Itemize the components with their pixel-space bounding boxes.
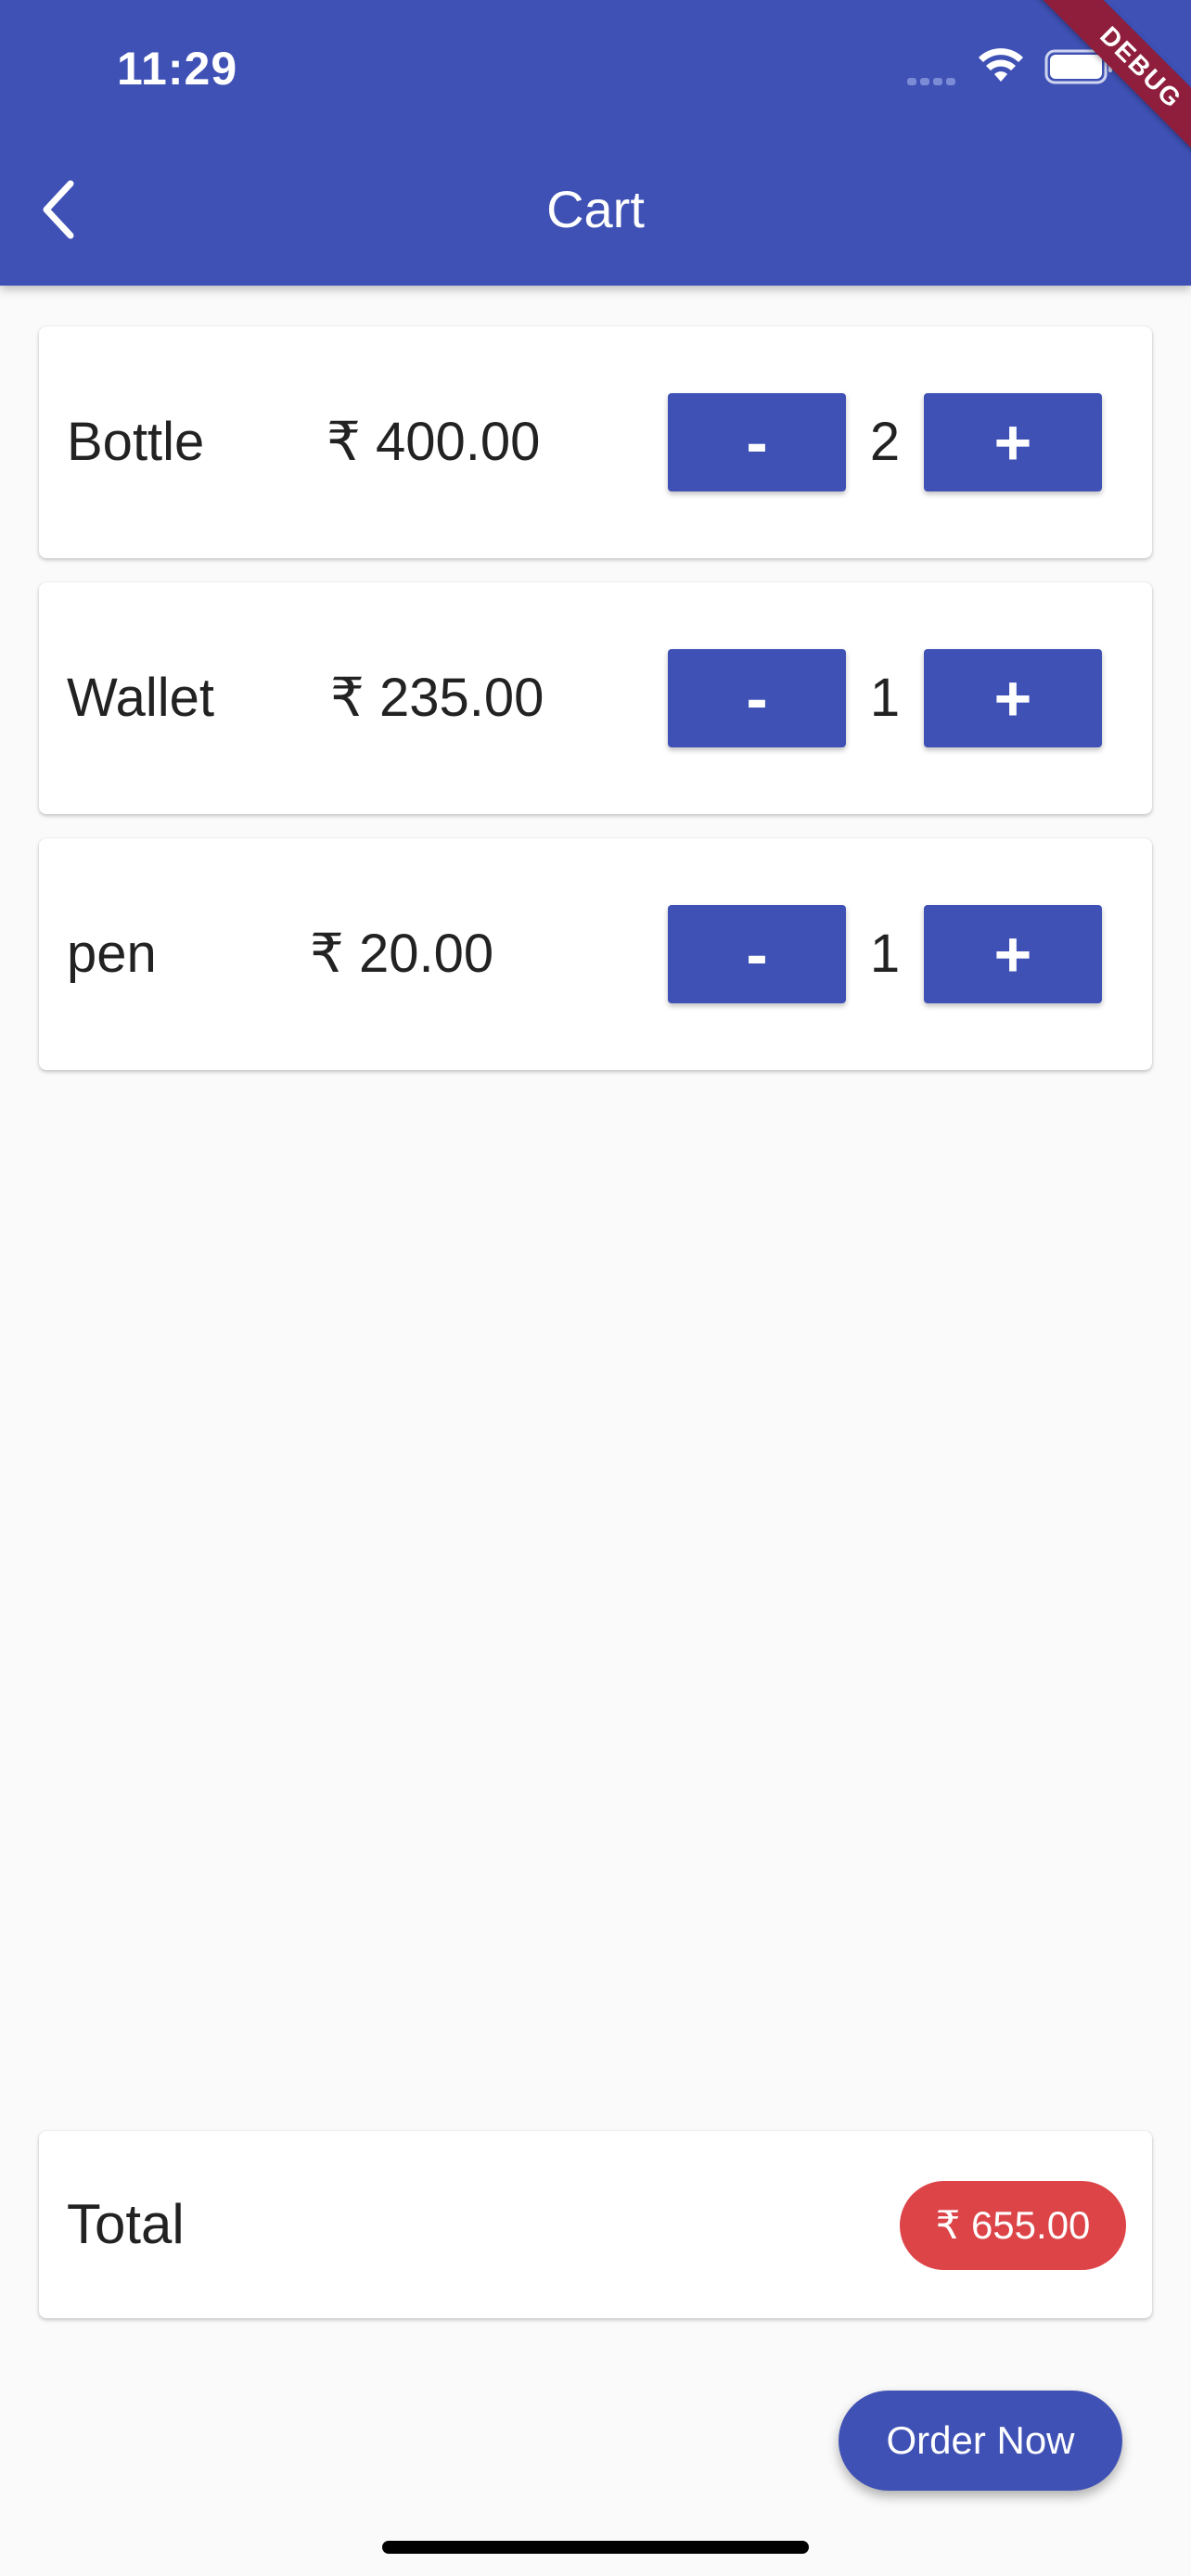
cart-item-card: pen ₹ 20.00 - 1 + xyxy=(39,838,1152,1070)
item-price: ₹ 400.00 xyxy=(327,412,541,472)
item-name: Wallet xyxy=(67,668,214,728)
item-price: ₹ 235.00 xyxy=(330,668,544,728)
item-name: Bottle xyxy=(67,412,205,472)
increase-quantity-button[interactable]: + xyxy=(924,649,1102,747)
item-name: pen xyxy=(67,924,157,984)
increase-quantity-button[interactable]: + xyxy=(924,905,1102,1003)
decrease-quantity-button[interactable]: - xyxy=(668,393,846,491)
quantity-value: 1 xyxy=(869,668,901,728)
home-indicator xyxy=(382,2541,809,2554)
item-price: ₹ 20.00 xyxy=(310,924,494,984)
cart-item-card: Wallet ₹ 235.00 - 1 + xyxy=(39,582,1152,814)
status-time: 11:29 xyxy=(117,43,238,95)
total-card: Total ₹ 655.00 xyxy=(39,2131,1152,2318)
app-bar: 11:29 Cart xyxy=(0,0,1191,286)
cart-item-card: Bottle ₹ 400.00 - 2 + xyxy=(39,326,1152,558)
decrease-quantity-button[interactable]: - xyxy=(668,905,846,1003)
quantity-value: 2 xyxy=(869,412,901,472)
decrease-quantity-button[interactable]: - xyxy=(668,649,846,747)
increase-quantity-button[interactable]: + xyxy=(924,393,1102,491)
order-now-button[interactable]: Order Now xyxy=(839,2391,1122,2491)
page-title: Cart xyxy=(546,180,645,238)
wifi-icon xyxy=(979,48,1023,82)
total-amount-badge: ₹ 655.00 xyxy=(900,2181,1126,2270)
battery-icon xyxy=(1044,49,1112,84)
quantity-value: 1 xyxy=(869,924,901,984)
signal-icon xyxy=(907,72,963,85)
total-label: Total xyxy=(67,2193,185,2255)
